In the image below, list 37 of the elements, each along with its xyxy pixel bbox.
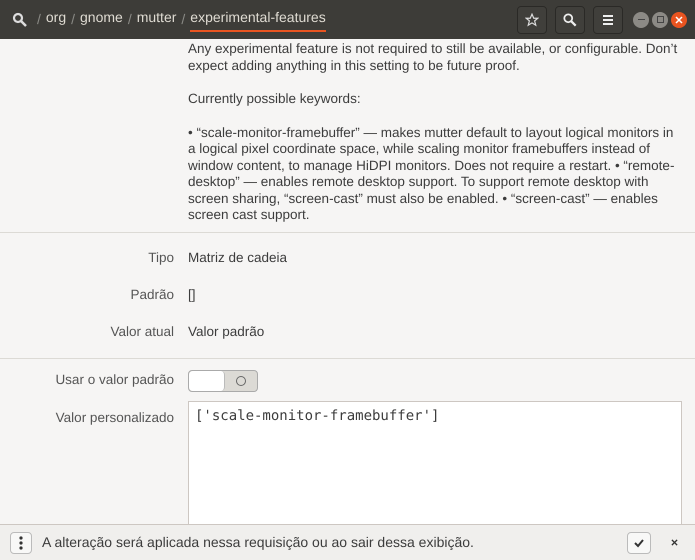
more-icon xyxy=(19,536,23,550)
field-value: Matriz de cadeia xyxy=(188,248,288,267)
path-separator: / xyxy=(128,10,132,29)
path-segment[interactable]: org xyxy=(46,7,66,32)
path-separator: / xyxy=(71,10,76,29)
close-icon xyxy=(675,16,683,24)
status-message: A alteração será aplicada nessa requisição ou ao sair dessa exibição. xyxy=(42,533,474,552)
description-text: Any experimental feature is not required to still be available, or configurable. Don’t expect adding anything in this setting to be future proof. xyxy=(188,41,678,74)
field-label: Usar o valor padrão xyxy=(54,371,174,390)
bookmark-button[interactable] xyxy=(517,6,547,34)
toggle-switch[interactable] xyxy=(188,370,258,392)
description-text: • “scale-monitor-framebuffer” — makes mutter default to layout logical monitors in a logical pixel coordinate space, while scaling monitor framebuffers instead of window content, to manage HiDPI monitors. Does not require a restart. • “remote-desktop” — enables remote desktop support. To support remote desktop with screen sharing, “screen-cast” must also be enabled. • “screen-cast” — enables screen cast support. xyxy=(188,124,676,224)
path-segment[interactable]: gnome xyxy=(80,7,123,32)
close-button[interactable] xyxy=(671,12,687,28)
field-label: Padrão xyxy=(129,286,174,304)
apply-button[interactable] xyxy=(627,532,651,554)
menu-button[interactable] xyxy=(593,6,623,34)
path-separator: / xyxy=(181,10,186,29)
path-separator: / xyxy=(37,10,41,29)
path-segment[interactable]: experimental-features xyxy=(190,7,326,32)
close-icon xyxy=(670,539,678,546)
menu-icon xyxy=(602,14,614,26)
field-value: Valor padrão xyxy=(188,322,264,341)
more-button[interactable] xyxy=(10,532,32,554)
minimize-button[interactable] xyxy=(633,12,649,28)
field-label: Tipo xyxy=(147,248,174,267)
field-value: [] xyxy=(188,286,196,304)
search-button[interactable] xyxy=(555,6,585,34)
description-text: Currently possible keywords: xyxy=(188,91,362,108)
value-text-area[interactable]: ['scale-monitor-framebuffer'] xyxy=(188,400,682,524)
star-icon xyxy=(525,12,539,26)
path-segment[interactable]: mutter xyxy=(136,7,176,32)
search-icon xyxy=(12,12,28,28)
field-label: Valor personalizado xyxy=(54,408,174,427)
search-icon xyxy=(563,12,577,26)
check-icon xyxy=(634,538,644,548)
field-label: Valor atual xyxy=(109,322,174,341)
